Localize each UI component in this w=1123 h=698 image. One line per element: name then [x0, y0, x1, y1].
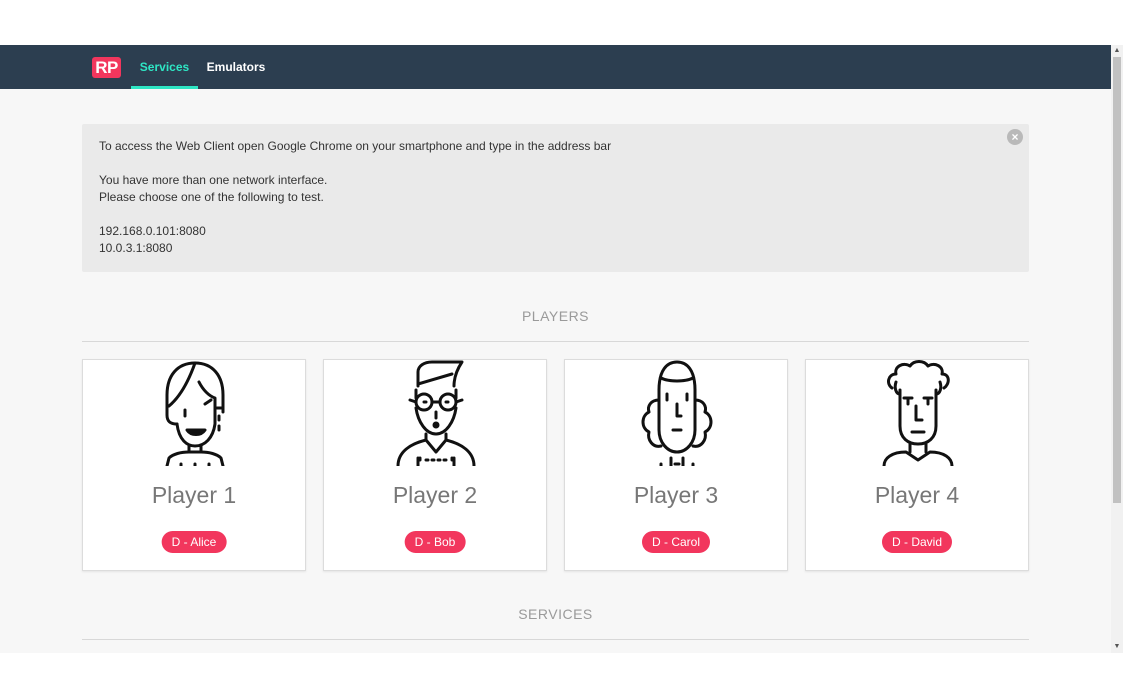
scrollbar-thumb[interactable] [1113, 57, 1121, 503]
info-instruction-text: To access the Web Client open Google Chr… [99, 139, 612, 153]
player-device-badge[interactable]: D - Carol [641, 531, 711, 553]
info-choose-text: Please choose one of the following to te… [99, 190, 324, 204]
player-device-badge[interactable]: D - David [881, 531, 953, 553]
player-card[interactable]: Player 1 D - Alice [82, 359, 306, 571]
close-icon[interactable]: × [1007, 129, 1023, 145]
active-tab-indicator [131, 86, 198, 89]
address-option: 10.0.3.1:8080 [99, 241, 173, 255]
player-name: Player 1 [151, 482, 237, 508]
section-divider [82, 639, 1029, 640]
curly-hair-avatar-icon [641, 360, 713, 466]
section-divider [82, 341, 1029, 342]
tab-emulators-label: Emulators [206, 60, 266, 74]
services-section-title: SERVICES [518, 606, 593, 622]
info-network-text: You have more than one network interface… [99, 173, 328, 187]
players-section-title: PLAYERS [521, 308, 590, 324]
web-client-info-panel: To access the Web Client open Google Chr… [82, 124, 1029, 272]
tab-services-label: Services [139, 60, 190, 74]
scroll-down-icon[interactable]: ▼ [1111, 641, 1123, 653]
player-card[interactable]: Player 4 D - David [805, 359, 1029, 571]
top-navbar: RP Services Emulators [0, 45, 1111, 89]
scroll-up-icon[interactable]: ▲ [1111, 45, 1123, 57]
tab-emulators[interactable]: Emulators [204, 45, 268, 89]
curly-top-man-avatar-icon [882, 360, 954, 466]
player-device-badge[interactable]: D - Alice [161, 531, 227, 553]
app-logo[interactable]: RP [92, 57, 121, 78]
address-option: 192.168.0.101:8080 [99, 224, 206, 238]
vertical-scrollbar[interactable]: ▲ ▼ [1111, 45, 1123, 653]
woman-avatar-icon [165, 361, 225, 466]
app-viewport: RP Services Emulators To access the Web … [0, 45, 1111, 653]
player-card[interactable]: Player 2 D - Bob [323, 359, 547, 571]
tab-services[interactable]: Services [131, 45, 198, 89]
player-name: Player 2 [392, 482, 478, 508]
player-name: Player 4 [874, 482, 960, 508]
player-card[interactable]: Player 3 D - Carol [564, 359, 788, 571]
player-device-badge[interactable]: D - Bob [404, 531, 466, 553]
glasses-man-avatar-icon [396, 360, 476, 466]
player-name: Player 3 [633, 482, 719, 508]
